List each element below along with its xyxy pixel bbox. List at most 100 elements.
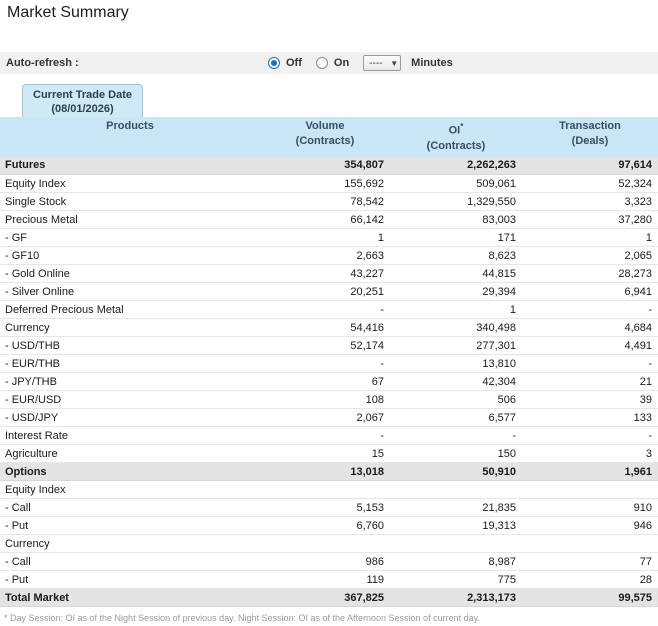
product-cell: Currency — [0, 318, 260, 338]
volume-cell: 1 — [260, 228, 390, 248]
transaction-cell: 4,684 — [522, 318, 658, 338]
oi-cell: 506 — [390, 390, 522, 410]
transaction-cell: 77 — [522, 552, 658, 572]
volume-cell — [260, 534, 390, 554]
volume-cell: 2,067 — [260, 408, 390, 428]
transaction-cell: 28 — [522, 570, 658, 590]
product-cell: Total Market — [0, 588, 260, 608]
volume-cell: 78,542 — [260, 192, 390, 212]
volume-cell: 5,153 — [260, 498, 390, 518]
auto-refresh-on-radio[interactable] — [315, 57, 328, 69]
product-cell: - Call — [0, 498, 260, 518]
transaction-cell — [522, 480, 658, 500]
transaction-cell: 133 — [522, 408, 658, 428]
oi-cell — [390, 534, 522, 554]
oi-cell: 171 — [390, 228, 522, 248]
volume-cell: 155,692 — [260, 174, 390, 194]
transaction-cell: 21 — [522, 372, 658, 392]
volume-cell: 354,807 — [260, 156, 390, 176]
column-header-products: Products — [0, 117, 260, 157]
volume-cell: 20,251 — [260, 282, 390, 302]
tab-line1: Current Trade Date — [33, 89, 133, 101]
oi-cell: 8,623 — [390, 246, 522, 266]
table-row: Deferred Precious Metal -1- — [0, 300, 658, 320]
product-cell: Equity Index — [0, 480, 260, 500]
product-cell: Deferred Precious Metal — [0, 300, 260, 320]
product-cell: - Silver Online — [0, 282, 260, 302]
product-cell: Futures — [0, 156, 260, 176]
product-cell: Precious Metal — [0, 210, 260, 230]
volume-cell: 52,174 — [260, 336, 390, 356]
volume-cell: - — [260, 354, 390, 374]
auto-refresh-on-label: On — [333, 57, 350, 69]
table-row: Precious Metal 66,142 83,003 37,280 — [0, 210, 658, 230]
table-row: Equity Index — [0, 480, 658, 500]
table-header-row: Products Volume (Contracts) OI* (Contracts)… — [0, 117, 658, 157]
table-row: Equity Index 155,692 509,061 52,324 — [0, 174, 658, 194]
tab-current-trade-date[interactable]: Current Trade Date (08/01/2026) — [22, 84, 144, 118]
oi-cell: 50,910 — [390, 462, 522, 482]
product-cell: - Call — [0, 552, 260, 572]
oi-cell: 42,304 — [390, 372, 522, 392]
volume-cell: 66,142 — [260, 210, 390, 230]
oi-cell: 21,835 — [390, 498, 522, 518]
volume-cell: - — [260, 300, 390, 320]
transaction-cell: 2,065 — [522, 246, 658, 266]
oi-cell: 83,003 — [390, 210, 522, 230]
oi-cell: 1 — [390, 300, 522, 320]
transaction-cell: 97,614 — [522, 156, 658, 176]
transaction-cell: 52,324 — [522, 174, 658, 194]
table-row: Total Market 367,825 2,313,173 99,575 — [0, 588, 658, 608]
product-cell: Options — [0, 462, 260, 482]
column-header-transaction: Transaction (Deals) — [522, 117, 658, 157]
volume-cell: 2,663 — [260, 246, 390, 266]
product-cell: - USD/JPY — [0, 408, 260, 428]
minutes-select[interactable]: ---- ▼ — [363, 55, 402, 71]
volume-cell: 986 — [260, 552, 390, 572]
transaction-cell: 99,575 — [522, 588, 658, 608]
volume-cell: 119 — [260, 570, 390, 590]
oi-cell: 1,329,550 — [390, 192, 522, 212]
transaction-cell: 4,491 — [522, 336, 658, 356]
oi-cell: 150 — [390, 444, 522, 464]
page-title: Market Summary — [7, 4, 129, 21]
oi-cell — [390, 480, 522, 500]
transaction-cell — [522, 534, 658, 554]
product-cell: - Gold Online — [0, 264, 260, 284]
oi-cell: 44,815 — [390, 264, 522, 284]
transaction-cell: 1 — [522, 228, 658, 248]
product-cell: Single Stock — [0, 192, 260, 212]
column-header-volume: Volume (Contracts) — [260, 117, 390, 157]
table-row: - USD/JPY 2,067 6,577 133 — [0, 408, 658, 428]
product-cell: Agriculture — [0, 444, 260, 464]
table-row: Options 13,018 50,910 1,961 — [0, 462, 658, 482]
volume-cell: 13,018 — [260, 462, 390, 482]
auto-refresh-controls: Off On ---- ▼ Minutes — [268, 52, 453, 74]
volume-cell: 6,760 — [260, 516, 390, 536]
transaction-cell: - — [522, 300, 658, 320]
oi-cell: 19,313 — [390, 516, 522, 536]
oi-cell: 509,061 — [390, 174, 522, 194]
transaction-cell: - — [522, 354, 658, 374]
table-row: - Put 6,760 19,313 946 — [0, 516, 658, 536]
transaction-cell: 6,941 — [522, 282, 658, 302]
table-row: - Put 119 775 28 — [0, 570, 658, 590]
product-cell: Currency — [0, 534, 260, 554]
oi-cell: 13,810 — [390, 354, 522, 374]
table-row: Currency — [0, 534, 658, 554]
transaction-cell: 39 — [522, 390, 658, 410]
auto-refresh-off-radio[interactable] — [268, 57, 280, 69]
table-row: - GF10 2,663 8,623 2,065 — [0, 246, 658, 266]
transaction-cell: 3,323 — [522, 192, 658, 212]
volume-cell: 367,825 — [260, 588, 390, 608]
oi-cell: 340,498 — [390, 318, 522, 338]
table-row: Agriculture 15 150 3 — [0, 444, 658, 464]
oi-cell: 8,987 — [390, 552, 522, 572]
product-cell: - EUR/USD — [0, 390, 260, 410]
volume-cell: - — [260, 426, 390, 446]
oi-cell: 29,394 — [390, 282, 522, 302]
product-cell: - GF — [0, 228, 260, 248]
table-row: Single Stock 78,542 1,329,550 3,323 — [0, 192, 658, 212]
transaction-cell: 1,961 — [522, 462, 658, 482]
transaction-cell: 37,280 — [522, 210, 658, 230]
